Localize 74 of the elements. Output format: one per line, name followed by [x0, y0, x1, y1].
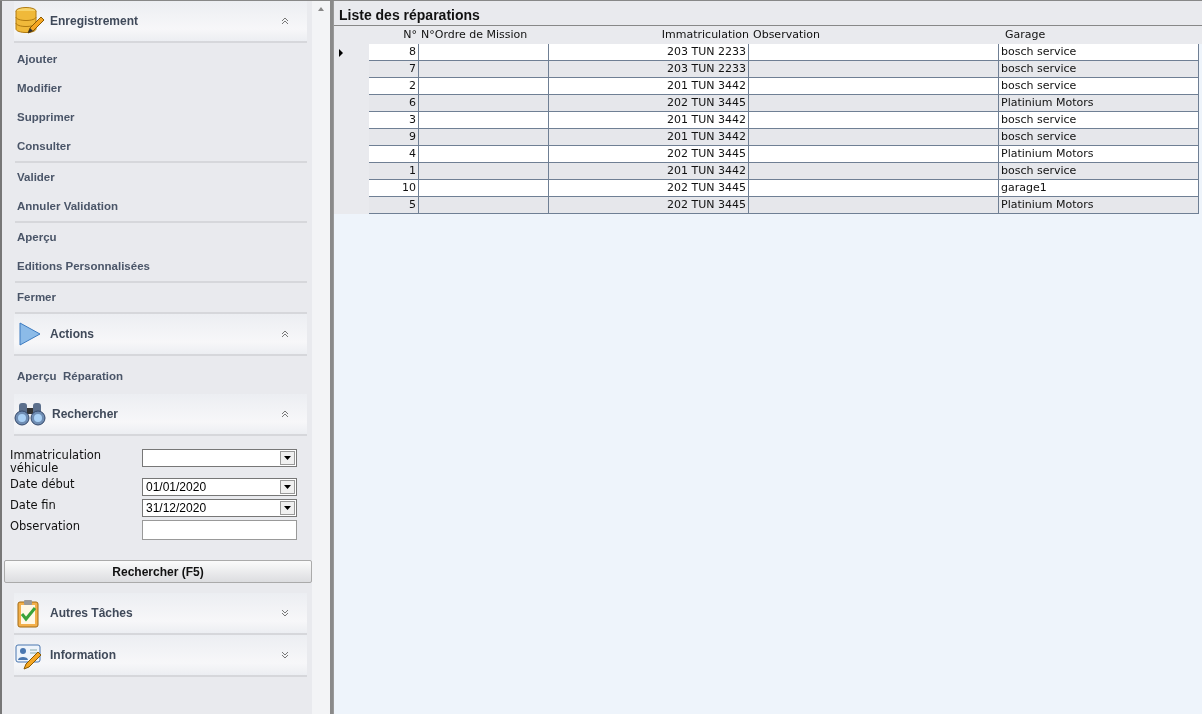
- table-title: Liste des réparations: [334, 1, 1202, 26]
- search-button[interactable]: Rechercher (F5): [4, 560, 312, 583]
- table-cell: 3: [369, 112, 419, 129]
- table-cell: 202 TUN 3445: [549, 95, 749, 112]
- field-label: Observation: [10, 520, 82, 533]
- table-cell: Platinium Motors: [999, 146, 1199, 163]
- table-cell: Platinium Motors: [999, 197, 1199, 214]
- field-label: Immatriculation véhicule: [10, 449, 103, 475]
- dropdown-field[interactable]: 01/01/2020: [142, 478, 297, 496]
- table-cell: 203 TUN 2233: [549, 61, 749, 78]
- dropdown-field[interactable]: 31/12/2020: [142, 499, 297, 517]
- menu-item[interactable]: Supprimer: [15, 103, 307, 132]
- table-cell: garage1: [999, 180, 1199, 197]
- row-pointer-icon: [339, 48, 343, 57]
- table-cell: 2: [369, 78, 419, 95]
- dropdown-button[interactable]: [280, 451, 295, 465]
- table-cell: 202 TUN 3445: [549, 146, 749, 163]
- table-cell: 201 TUN 3442: [549, 163, 749, 180]
- database-pencil-icon: [14, 6, 44, 36]
- field-label: Date fin: [10, 499, 57, 512]
- column-header[interactable]: Garage: [999, 26, 1199, 44]
- menu-item[interactable]: Modifier: [15, 74, 307, 103]
- table-cell: 8: [369, 44, 419, 61]
- caret-icon: [284, 506, 291, 510]
- table-cell: 203 TUN 2233: [549, 44, 749, 61]
- column-header[interactable]: N°: [369, 26, 419, 44]
- column-header[interactable]: N°Ordre de Mission: [419, 26, 549, 44]
- table-cell: 10: [369, 180, 419, 197]
- menu-item[interactable]: Valider: [15, 163, 307, 192]
- collapse-chevron-icon[interactable]: [281, 330, 289, 338]
- table-cell: 1: [369, 163, 419, 180]
- column-header[interactable]: Immatriculation: [549, 26, 749, 44]
- table-cell: 6: [369, 95, 419, 112]
- table-cell: 4: [369, 146, 419, 163]
- table-cell: bosch service: [999, 112, 1199, 129]
- table-cell: 5: [369, 197, 419, 214]
- menu-item[interactable]: Annuler Validation: [15, 192, 307, 221]
- column-header[interactable]: Observation: [749, 26, 999, 44]
- dropdown-field[interactable]: [142, 449, 297, 467]
- dropdown-button[interactable]: [280, 480, 295, 494]
- input-field[interactable]: [142, 520, 297, 540]
- table-cell: 202 TUN 3445: [549, 180, 749, 197]
- table-cell: bosch service: [999, 61, 1199, 78]
- menu-item[interactable]: Consulter: [15, 132, 307, 161]
- menu-item[interactable]: Ajouter: [15, 45, 307, 74]
- table-cell: bosch service: [999, 44, 1199, 61]
- table-cell: 201 TUN 3442: [549, 129, 749, 146]
- menu-item[interactable]: Editions Personnalisées: [15, 252, 307, 281]
- table-cell: 7: [369, 61, 419, 78]
- table-cell: 201 TUN 3442: [549, 112, 749, 129]
- table-cell: 201 TUN 3442: [549, 78, 749, 95]
- section-header[interactable]: Information: [14, 635, 307, 677]
- section-header[interactable]: Enregistrement: [14, 1, 307, 43]
- table-cell: bosch service: [999, 129, 1199, 146]
- expand-chevron-icon[interactable]: [281, 609, 289, 617]
- table-cell: 9: [369, 129, 419, 146]
- table-cell: 202 TUN 3445: [549, 197, 749, 214]
- table-cell: bosch service: [999, 163, 1199, 180]
- field-label: Date début: [10, 478, 76, 491]
- caret-icon: [284, 485, 291, 489]
- collapse-chevron-icon[interactable]: [281, 410, 289, 418]
- scroll-up-icon[interactable]: [318, 7, 324, 11]
- dropdown-button[interactable]: [280, 501, 295, 515]
- section-header[interactable]: Actions: [14, 314, 307, 356]
- section-header[interactable]: Rechercher: [14, 394, 307, 436]
- caret-icon: [284, 456, 291, 460]
- menu-item[interactable]: Aperçu: [15, 223, 307, 252]
- menu-item[interactable]: Fermer: [15, 283, 307, 312]
- menu-item[interactable]: Aperçu Réparation: [15, 358, 307, 394]
- table-cell: bosch service: [999, 78, 1199, 95]
- section-header[interactable]: Autres Tâches: [14, 593, 307, 635]
- expand-chevron-icon[interactable]: [281, 651, 289, 659]
- collapse-chevron-icon[interactable]: [281, 17, 289, 25]
- table-cell: Platinium Motors: [999, 95, 1199, 112]
